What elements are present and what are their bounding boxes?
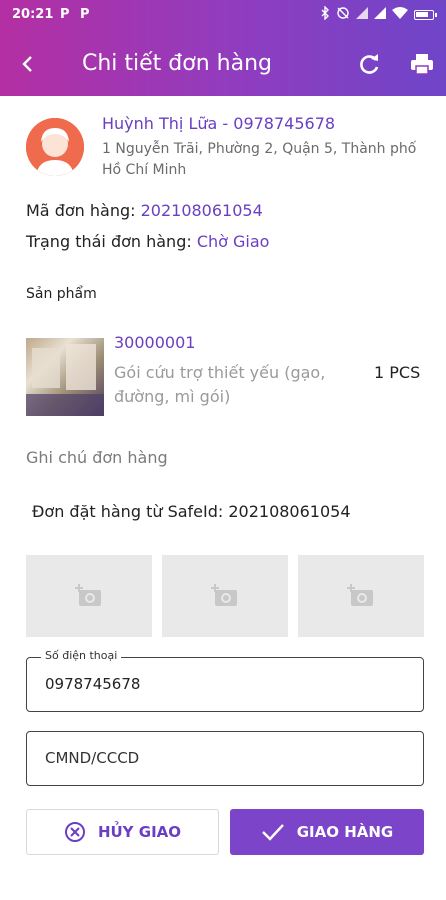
order-code-value: 202108061054 (140, 201, 263, 220)
back-button[interactable] (14, 50, 42, 78)
add-photo-icon (347, 584, 373, 606)
phone-field[interactable]: Số điện thoại 0978745678 (26, 649, 424, 712)
bluetooth-icon (320, 5, 330, 23)
refresh-icon (360, 54, 379, 74)
product-image[interactable] (26, 338, 104, 416)
order-status-label: Trạng thái đơn hàng: (26, 232, 197, 251)
add-photo-icon (75, 584, 101, 606)
wifi-icon (392, 7, 408, 22)
photo-slot-3[interactable] (298, 555, 424, 637)
order-source-text: Đơn đặt hàng từ SafeId: 202108061054 (32, 502, 351, 521)
customer-name-phone[interactable]: Huỳnh Thị Lữa - 0978745678 (102, 114, 432, 133)
back-arrow-icon (22, 56, 32, 72)
product-name: Gói cứu trợ thiết yếu (gạo, đường, mì gó… (114, 363, 326, 406)
status-icons (320, 5, 437, 23)
products-section-label: Sản phẩm (26, 286, 97, 302)
status-bar: 20:21 P P (0, 0, 446, 30)
deliver-label: GIAO HÀNG (296, 823, 394, 841)
customer-address: 1 Nguyễn Trãi, Phường 2, Quận 5, Thành p… (102, 141, 417, 178)
notification-app-icon: P (60, 7, 70, 22)
cancel-delivery-button[interactable]: HỦY GIAO (26, 809, 219, 855)
app-bar: 20:21 P P Chi tiết đơn hàng (0, 0, 446, 96)
customer-info: Huỳnh Thị Lữa - 0978745678 1 Nguyễn Trãi… (102, 114, 432, 181)
order-status-value: Chờ Giao (196, 232, 270, 251)
page-title: Chi tiết đơn hàng (82, 51, 272, 76)
product-photo (26, 344, 104, 416)
id-card-field[interactable]: CMND/CCCD (26, 731, 424, 786)
notification-app-icon: P (80, 7, 90, 22)
print-button[interactable] (408, 50, 436, 78)
order-code-label: Mã đơn hàng: (26, 201, 141, 220)
avatar-person-icon (26, 118, 84, 176)
cancel-delivery-label: HỦY GIAO (97, 823, 182, 841)
signal-icon (356, 7, 368, 22)
add-photo-icon (211, 584, 237, 606)
signal-icon (374, 7, 386, 22)
order-status-row: Trạng thái đơn hàng: Chờ Giao (26, 232, 269, 251)
id-card-placeholder[interactable]: CMND/CCCD (45, 749, 139, 767)
phone-field-label: Số điện thoại (41, 649, 122, 662)
deliver-button[interactable]: GIAO HÀNG (230, 809, 424, 855)
order-code-row: Mã đơn hàng: 202108061054 (26, 201, 263, 220)
customer-avatar (26, 118, 84, 176)
status-time: 20:21 (12, 7, 54, 22)
phone-field-value[interactable]: 0978745678 (45, 675, 140, 693)
battery-icon (414, 9, 437, 20)
print-icon (411, 54, 433, 75)
checkmark-icon (261, 824, 284, 841)
refresh-button[interactable] (355, 50, 383, 78)
cancel-circle-icon (64, 822, 85, 842)
photo-slot-1[interactable] (26, 555, 152, 637)
order-note-input[interactable]: Ghi chú đơn hàng (26, 448, 168, 467)
mute-icon (336, 6, 350, 23)
product-quantity: 1 PCS (374, 363, 421, 382)
photo-slot-2[interactable] (162, 555, 288, 637)
product-code: 30000001 (114, 333, 196, 352)
